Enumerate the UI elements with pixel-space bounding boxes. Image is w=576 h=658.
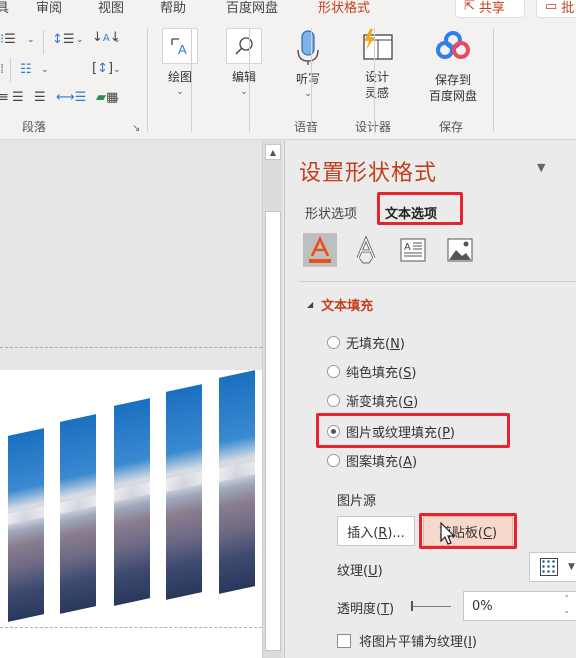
collapse-triangle-icon: ◢ bbox=[307, 300, 314, 309]
highlight-box bbox=[316, 413, 510, 448]
chevron-down-icon[interactable]: ⌄ bbox=[41, 65, 49, 75]
tab-help[interactable]: 帮助 bbox=[160, 0, 186, 16]
ribbon-tab-bar: 具 审阅 视图 帮助 百度网盘 形状格式 ⇱ 共享 ▭ 批 bbox=[0, 0, 576, 20]
textbox-icon[interactable]: A bbox=[396, 233, 430, 267]
radio-gradient-fill[interactable]: 渐变填充(G) bbox=[327, 391, 418, 410]
guide-line bbox=[0, 347, 262, 348]
designer-icon bbox=[356, 28, 398, 64]
radio-pattern-fill[interactable]: 图案填充(A) bbox=[327, 451, 417, 470]
svg-text:A: A bbox=[178, 42, 187, 57]
microphone-icon bbox=[288, 30, 328, 66]
chevron-down-icon: ⌄ bbox=[176, 87, 184, 97]
picture-strip[interactable] bbox=[60, 414, 96, 614]
slide-editing-area[interactable] bbox=[0, 141, 262, 658]
picture-strip[interactable] bbox=[114, 398, 150, 606]
tab-shape-format[interactable]: 形状格式 bbox=[318, 0, 370, 16]
radio-solid-fill[interactable]: 纯色填充(S) bbox=[327, 362, 416, 381]
text-effects-icon[interactable] bbox=[349, 233, 383, 267]
comment-icon: ▭ bbox=[545, 0, 558, 14]
group-label-designer: 设计器 bbox=[355, 120, 392, 134]
align-right-icon[interactable]: ☰ bbox=[34, 90, 46, 106]
insert-button[interactable]: 插入(R)... bbox=[337, 516, 415, 546]
group-label-voice: 语音 bbox=[294, 120, 319, 134]
dialog-launcher-icon[interactable]: ↘ bbox=[132, 123, 140, 134]
highlight-box bbox=[419, 513, 517, 549]
chevron-down-icon[interactable]: ⌄ bbox=[113, 35, 121, 45]
draw-button[interactable]: A 绘图 ⌄ bbox=[160, 28, 200, 97]
scroll-thumb[interactable] bbox=[265, 211, 281, 651]
picture-icon[interactable] bbox=[443, 233, 477, 267]
chevron-down-icon: ⌄ bbox=[304, 89, 312, 99]
format-shape-pane: 设置形状格式 ▼ 形状选项 文本选项 A ◢ 文本填充 无填充(N) 纯色填充(… bbox=[284, 141, 576, 658]
tab-shape-options[interactable]: 形状选项 bbox=[305, 203, 357, 222]
share-button[interactable]: ⇱ 共享 bbox=[455, 0, 525, 18]
search-icon bbox=[226, 28, 262, 64]
share-icon: ⇱ bbox=[464, 0, 475, 14]
pane-title: 设置形状格式 bbox=[299, 161, 438, 186]
transparency-input[interactable]: 0% ⌃ ⌄ bbox=[463, 591, 576, 621]
guide-line bbox=[0, 627, 262, 628]
designer-button[interactable]: 设计 灵感 bbox=[356, 28, 398, 101]
chevron-down-icon: ▼ bbox=[568, 562, 575, 572]
picture-strip[interactable] bbox=[219, 370, 255, 594]
line-spacing-icon[interactable]: ↕☰ bbox=[52, 32, 75, 48]
text-fill-outline-icon[interactable] bbox=[303, 233, 337, 267]
chevron-down-icon[interactable]: ⌄ bbox=[76, 35, 84, 45]
columns-icon[interactable]: ☷ bbox=[20, 62, 32, 78]
baidu-cloud-icon bbox=[420, 30, 486, 64]
ribbon: ⁝☰ ⌄ ↕☰ ⌄ ↓A↓ ⌄ ⁞ ☷ ⌄ [↕] ⌄ ≡ ☰ ☰ ⟷☰ ▰▦ … bbox=[0, 20, 576, 140]
scroll-up-icon[interactable]: ▲ bbox=[265, 144, 281, 160]
save-to-baidu-button[interactable]: 保存到 百度网盘 bbox=[420, 30, 486, 104]
spin-up-icon[interactable]: ⌃ bbox=[563, 593, 570, 605]
group-label-paragraph: 段落 bbox=[22, 120, 47, 134]
mouse-cursor-icon bbox=[440, 522, 456, 545]
edit-button[interactable]: 编辑 ⌄ bbox=[224, 28, 264, 97]
slide-canvas[interactable] bbox=[0, 370, 262, 658]
comment-button[interactable]: ▭ 批 bbox=[536, 0, 576, 18]
pane-options-icon[interactable]: ▼ bbox=[537, 161, 545, 174]
align-text-icon[interactable]: [↕] bbox=[92, 61, 113, 77]
section-text-fill[interactable]: ◢ 文本填充 bbox=[307, 295, 373, 314]
numbered-list-icon[interactable]: ⁝☰ bbox=[0, 32, 16, 48]
chevron-down-icon[interactable]: ⌄ bbox=[113, 65, 121, 75]
highlight-box bbox=[377, 192, 463, 225]
distributed-icon[interactable]: ⟷☰ bbox=[56, 90, 86, 106]
tab-review[interactable]: 审阅 bbox=[36, 0, 62, 16]
radio-no-fill[interactable]: 无填充(N) bbox=[327, 333, 405, 352]
svg-text:A: A bbox=[404, 242, 411, 253]
texture-swatch bbox=[540, 558, 558, 576]
divider bbox=[299, 281, 576, 282]
texture-dropdown[interactable]: ▼ bbox=[529, 552, 576, 582]
picture-source-label: 图片源 bbox=[337, 494, 377, 509]
picture-strip[interactable] bbox=[166, 384, 202, 600]
tile-picture-checkbox-row[interactable]: 将图片平铺为纹理(I) bbox=[337, 631, 477, 650]
dictate-button[interactable]: 听写 ⌄ bbox=[288, 30, 328, 99]
tab-view[interactable]: 视图 bbox=[98, 0, 124, 16]
tab-partial[interactable]: 具 bbox=[0, 0, 9, 16]
chevron-down-icon[interactable]: ⌄ bbox=[113, 93, 121, 103]
align-partial-icon[interactable]: ⁞ bbox=[0, 62, 4, 78]
vertical-scrollbar[interactable]: ▲ bbox=[262, 141, 282, 658]
transparency-slider-thumb[interactable] bbox=[411, 601, 413, 611]
tile-picture-checkbox[interactable] bbox=[337, 633, 351, 648]
group-label-save: 保存 bbox=[439, 120, 464, 134]
tab-baidu-netdisk[interactable]: 百度网盘 bbox=[226, 0, 278, 16]
align-center-icon[interactable]: ☰ bbox=[12, 90, 24, 106]
chevron-down-icon[interactable]: ⌄ bbox=[27, 35, 35, 45]
chevron-down-icon: ⌄ bbox=[240, 87, 248, 97]
texture-label: 纹理(U) bbox=[337, 564, 383, 579]
transparency-label: 透明度(T) bbox=[337, 602, 395, 617]
draw-icon: A bbox=[162, 28, 198, 64]
align-left-icon[interactable]: ≡ bbox=[0, 90, 9, 106]
spin-down-icon[interactable]: ⌄ bbox=[563, 605, 570, 617]
picture-strip[interactable] bbox=[8, 428, 44, 622]
transparency-slider[interactable] bbox=[411, 606, 451, 607]
